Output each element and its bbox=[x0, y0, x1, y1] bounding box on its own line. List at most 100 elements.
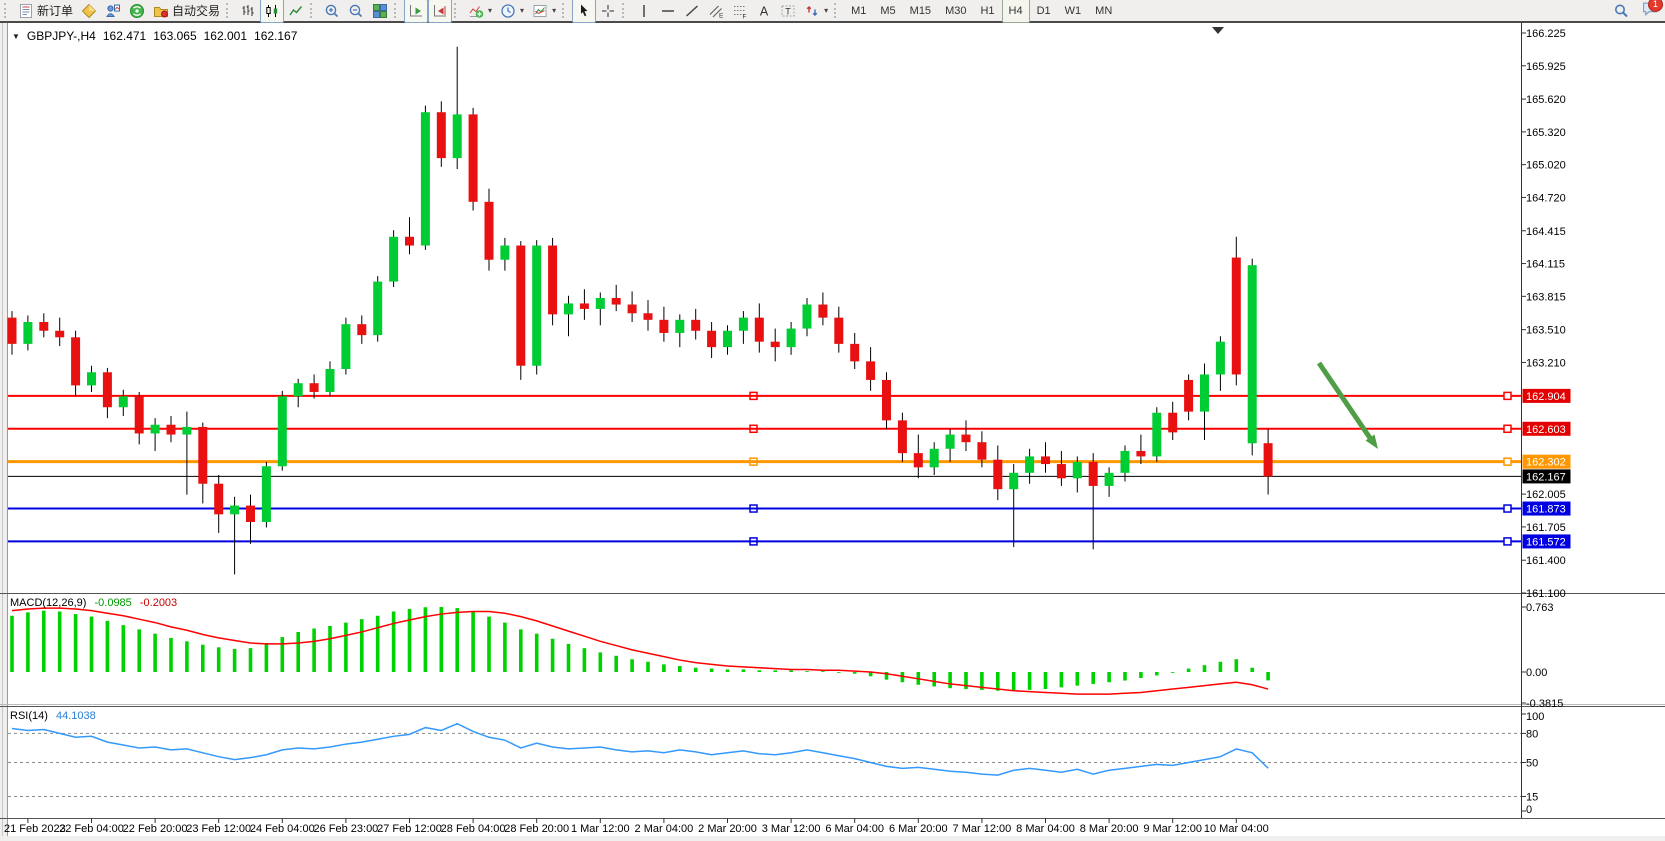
toolbar-grip[interactable] bbox=[562, 3, 569, 18]
periods-button[interactable]: ▾ bbox=[496, 0, 528, 23]
chart-shift-button[interactable] bbox=[428, 0, 452, 23]
search-icon bbox=[1613, 3, 1629, 19]
market-watch-icon bbox=[81, 3, 97, 19]
macd-signal-line bbox=[12, 608, 1268, 694]
ohlc-close: 162.167 bbox=[254, 29, 297, 43]
navigator-button[interactable] bbox=[125, 0, 149, 23]
chart-canvas[interactable]: 166.225165.925165.620165.320165.020164.7… bbox=[0, 0, 1665, 841]
chart-shift-marker[interactable] bbox=[1212, 27, 1224, 34]
svg-text:162.904: 162.904 bbox=[1526, 391, 1566, 403]
hline-162.904[interactable] bbox=[8, 392, 1521, 399]
chevron-down-icon[interactable]: ▾ bbox=[824, 6, 828, 15]
horizontal-line-button[interactable] bbox=[656, 0, 680, 23]
line-chart-button[interactable] bbox=[284, 0, 308, 23]
timeframe-button-MN[interactable]: MN bbox=[1088, 0, 1119, 23]
svg-text:164.115: 164.115 bbox=[1526, 259, 1565, 271]
svg-text:1 Mar 12:00: 1 Mar 12:00 bbox=[571, 823, 630, 835]
svg-text:26 Feb 23:00: 26 Feb 23:00 bbox=[313, 823, 378, 835]
zoom-in-icon bbox=[324, 3, 340, 19]
timeframe-button-M5[interactable]: M5 bbox=[873, 0, 902, 23]
chart-collapse-icon[interactable]: ▼ bbox=[12, 32, 20, 41]
toolbar-grip[interactable] bbox=[394, 3, 401, 18]
notifications-button[interactable]: 1 bbox=[1641, 0, 1659, 22]
svg-text:10 Mar 04:00: 10 Mar 04:00 bbox=[1204, 823, 1269, 835]
line-chart-icon bbox=[288, 3, 304, 19]
rsi-line bbox=[12, 724, 1268, 775]
indicators-icon bbox=[468, 3, 484, 19]
svg-text:F: F bbox=[743, 13, 747, 19]
fibonacci-button[interactable]: F bbox=[728, 0, 752, 23]
chevron-down-icon[interactable]: ▾ bbox=[520, 6, 524, 15]
price-badge-162.904: 162.904 bbox=[1523, 389, 1571, 403]
svg-text:6 Mar 04:00: 6 Mar 04:00 bbox=[825, 823, 884, 835]
toolbar-grip[interactable] bbox=[4, 3, 11, 18]
trendline-button[interactable] bbox=[680, 0, 704, 23]
toolbar-grip[interactable] bbox=[454, 3, 461, 18]
market-watch-button[interactable] bbox=[77, 0, 101, 23]
text-button[interactable]: A bbox=[752, 0, 776, 23]
arrows-icon bbox=[804, 3, 820, 19]
date-axis[interactable]: 21 Feb 202322 Feb 04:0022 Feb 20:0023 Fe… bbox=[4, 818, 1269, 835]
navigator-icon bbox=[129, 3, 145, 19]
candlestick-chart-icon bbox=[264, 3, 280, 19]
toolbar-grip[interactable] bbox=[226, 3, 233, 18]
bar-chart-button[interactable] bbox=[236, 0, 260, 23]
new-order-button[interactable]: 新订单 bbox=[14, 0, 77, 23]
crosshair-button[interactable] bbox=[596, 0, 620, 23]
cursor-button[interactable] bbox=[572, 0, 596, 23]
zoom-in-button[interactable] bbox=[320, 0, 344, 23]
svg-text:162.005: 162.005 bbox=[1526, 489, 1566, 501]
search-button[interactable] bbox=[1609, 0, 1633, 23]
text-label-button[interactable]: T bbox=[776, 0, 800, 23]
autotrading-button[interactable]: 自动交易 bbox=[149, 0, 224, 23]
rsi-name: RSI(14) bbox=[10, 710, 48, 722]
auto-scroll-button[interactable] bbox=[404, 0, 428, 23]
tile-windows-button[interactable] bbox=[368, 0, 392, 23]
toolbar-grip[interactable] bbox=[310, 3, 317, 18]
macd-name: MACD(12,26,9) bbox=[10, 597, 86, 609]
zoom-out-button[interactable] bbox=[344, 0, 368, 23]
svg-text:164.415: 164.415 bbox=[1526, 226, 1566, 238]
timeframe-button-M15[interactable]: M15 bbox=[903, 0, 938, 23]
toolbar-grip[interactable] bbox=[622, 3, 629, 18]
timeframe-button-H4[interactable]: H4 bbox=[1002, 0, 1030, 23]
vertical-line-button[interactable] bbox=[632, 0, 656, 23]
svg-text:22 Feb 04:00: 22 Feb 04:00 bbox=[59, 823, 124, 835]
price-badge-161.572: 161.572 bbox=[1523, 534, 1571, 548]
toolbar-grip[interactable] bbox=[834, 3, 841, 18]
templates-button[interactable]: ▾ bbox=[528, 0, 560, 23]
ohlc-open: 162.471 bbox=[103, 29, 146, 43]
svg-text:166.225: 166.225 bbox=[1526, 28, 1566, 40]
chart-shift-icon bbox=[432, 3, 448, 19]
timeframe-button-H1[interactable]: H1 bbox=[973, 0, 1001, 23]
rsi-value: 44.1038 bbox=[56, 710, 96, 722]
hline-162.302[interactable] bbox=[8, 458, 1521, 465]
candlestick-series[interactable] bbox=[8, 47, 1273, 575]
timeframe-button-D1[interactable]: D1 bbox=[1030, 0, 1058, 23]
hline-162.603[interactable] bbox=[8, 425, 1521, 432]
new-order-button-label: 新订单 bbox=[37, 2, 73, 19]
svg-text:162.167: 162.167 bbox=[1526, 471, 1566, 483]
text-label-icon: T bbox=[780, 3, 796, 19]
timeframe-button-M1[interactable]: M1 bbox=[844, 0, 873, 23]
arrows-button[interactable]: ▾ bbox=[800, 0, 832, 23]
channel-button[interactable]: E bbox=[704, 0, 728, 23]
svg-text:0: 0 bbox=[1526, 804, 1532, 816]
chevron-down-icon[interactable]: ▾ bbox=[488, 6, 492, 15]
svg-text:161.873: 161.873 bbox=[1526, 504, 1566, 516]
data-window-icon bbox=[105, 3, 121, 19]
timeframe-button-W1[interactable]: W1 bbox=[1058, 0, 1089, 23]
indicators-button[interactable]: ▾ bbox=[464, 0, 496, 23]
trend-arrow-annotation[interactable] bbox=[1319, 363, 1378, 449]
price-badge-162.603: 162.603 bbox=[1523, 422, 1571, 436]
price-badge-161.873: 161.873 bbox=[1523, 502, 1571, 516]
timeframe-button-M30[interactable]: M30 bbox=[938, 0, 973, 23]
chevron-down-icon[interactable]: ▾ bbox=[552, 6, 556, 15]
svg-text:8 Mar 04:00: 8 Mar 04:00 bbox=[1016, 823, 1075, 835]
data-window-button[interactable] bbox=[101, 0, 125, 23]
svg-text:2 Mar 20:00: 2 Mar 20:00 bbox=[698, 823, 757, 835]
templates-icon bbox=[532, 3, 548, 19]
price-badge-162.167: 162.167 bbox=[1523, 469, 1571, 483]
candlestick-chart-button[interactable] bbox=[260, 0, 284, 23]
macd-axis: 0.7630.00-0.3815 bbox=[1521, 602, 1563, 710]
